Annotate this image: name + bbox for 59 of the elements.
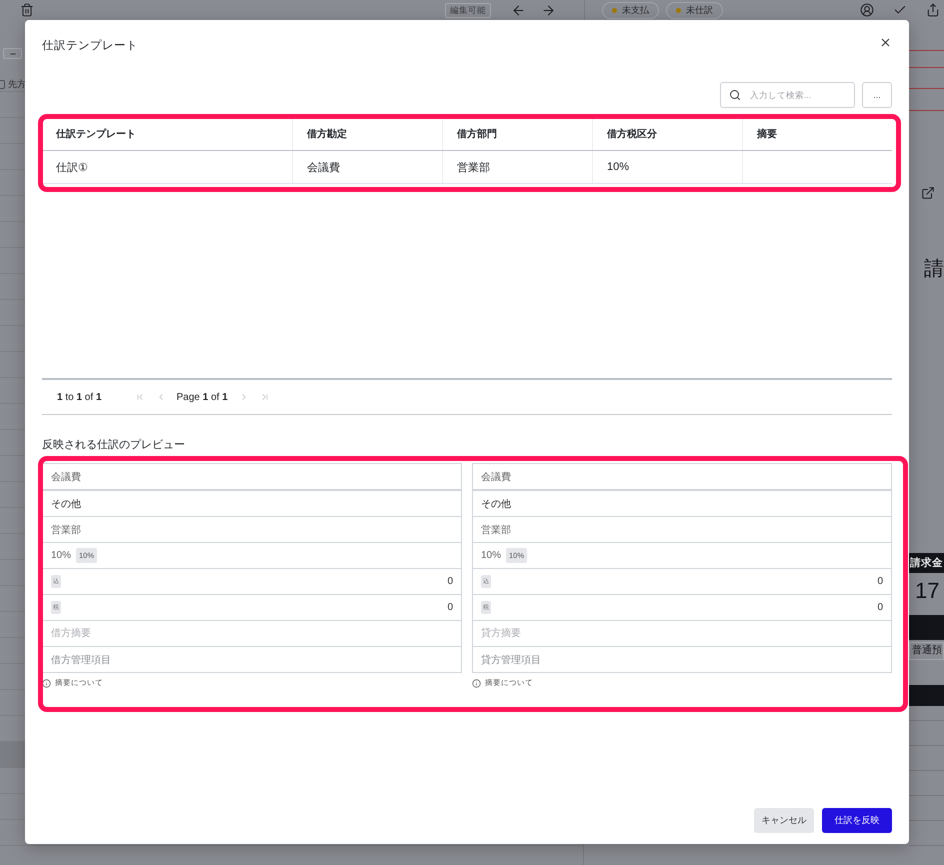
account-cell: 普通預: [909, 642, 944, 660]
amount-text: 0: [877, 602, 883, 613]
checkbox[interactable]: [0, 80, 5, 89]
info-icon: [472, 678, 481, 688]
section-title: 反映される仕訳のプレビュー: [42, 438, 186, 453]
more-button[interactable]: ...: [862, 82, 892, 108]
memo-field[interactable]: 貸方摘要: [472, 621, 892, 647]
trash-icon[interactable]: [20, 3, 34, 17]
first-page-icon: [134, 392, 144, 402]
status-chip[interactable]: 未支払: [602, 2, 659, 18]
dropdown-field[interactable]: 営業部: [472, 517, 892, 543]
close-button[interactable]: [879, 36, 892, 49]
user-icon[interactable]: [860, 3, 874, 17]
header-bar: [909, 685, 944, 706]
memo-field[interactable]: 借方摘要: [42, 621, 462, 647]
status-chip[interactable]: 未仕訳: [666, 2, 723, 18]
external-link-icon[interactable]: [921, 186, 935, 200]
close-icon: [879, 36, 892, 49]
status-dot-icon: [612, 8, 617, 12]
value-field[interactable]: その他: [472, 491, 892, 517]
row-count-text: 1 to 1 of 1: [57, 392, 102, 402]
amount-text: 0: [447, 602, 453, 613]
amount-text: 0: [447, 576, 453, 587]
search-field[interactable]: 入力して検索...: [720, 82, 855, 108]
value-field[interactable]: その他: [42, 491, 462, 517]
amount-text: 17: [915, 578, 940, 604]
column-header: 請求金: [909, 553, 944, 573]
info-icon: [42, 678, 51, 688]
share-icon[interactable]: [926, 3, 940, 17]
column-header[interactable]: 借方部門: [442, 118, 592, 150]
column-header[interactable]: 仕訳テンプレート: [42, 118, 292, 150]
tax-rate-text: 10%: [481, 550, 502, 561]
dropdown-field[interactable]: 営業部: [42, 517, 462, 543]
dropdown-field[interactable]: 会議費: [42, 463, 462, 491]
table-cell: 営業部: [442, 151, 592, 183]
dialog-title: 仕訳テンプレート: [42, 39, 138, 54]
chip-label: 未支払: [622, 4, 649, 16]
last-page-icon: [260, 392, 270, 402]
dropdown-field[interactable]: 会議費: [472, 463, 892, 491]
filter-label: 先方: [8, 78, 26, 91]
amount-text: 0: [877, 576, 883, 587]
status-dot-icon: [676, 8, 681, 12]
arrow-right-icon[interactable]: [541, 2, 556, 18]
header-bar: [909, 615, 944, 640]
apply-button[interactable]: 仕訳を反映: [822, 808, 892, 833]
page-indicator: Page 1 of 1: [176, 392, 228, 402]
table-cell: 会議費: [292, 151, 442, 183]
search-icon: [729, 89, 741, 101]
document-title: 請: [924, 258, 944, 280]
chip-label: 未仕訳: [686, 4, 713, 16]
column-header[interactable]: 借方税区分: [592, 118, 742, 150]
column-header[interactable]: 摘要: [742, 118, 892, 150]
table-cell-text: 仕訳①: [55, 160, 89, 176]
tax-rate-text: 10%: [51, 550, 72, 561]
column-header[interactable]: 借方勘定: [292, 118, 442, 150]
cancel-button[interactable]: キャンセル: [754, 808, 814, 833]
status-badge: 編集可能: [445, 2, 491, 18]
table-cell: 10%: [592, 151, 742, 183]
collapse-button[interactable]: [3, 48, 22, 59]
